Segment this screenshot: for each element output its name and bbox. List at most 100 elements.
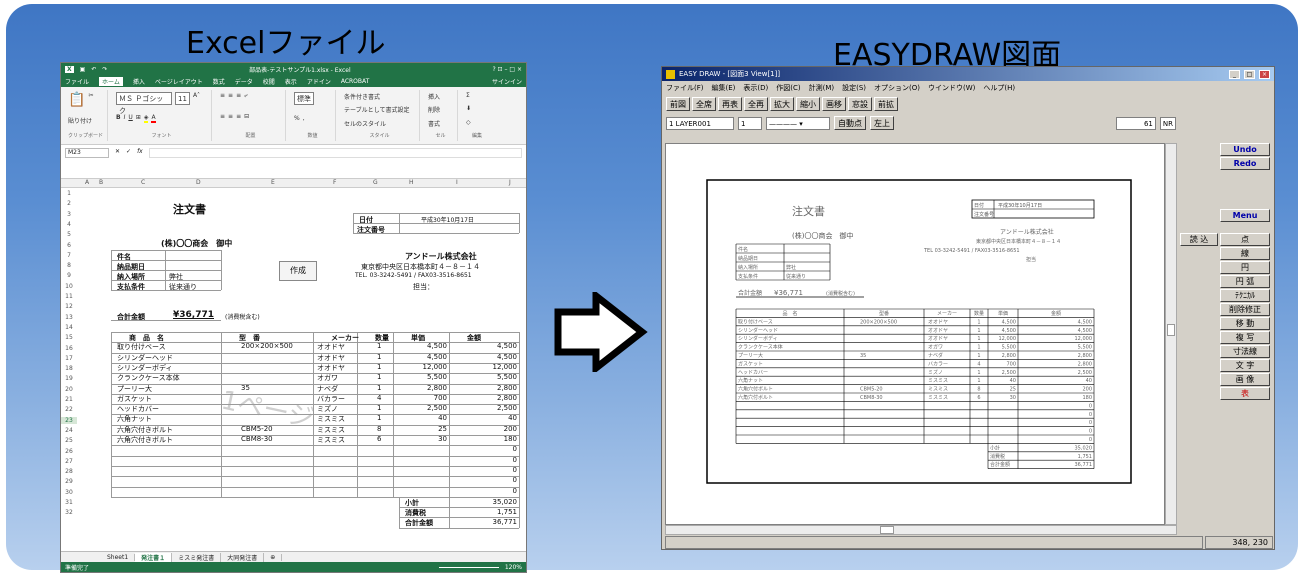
menu-insert[interactable]: 挿入	[133, 77, 145, 86]
row-header[interactable]: 32	[61, 509, 77, 516]
excel-sheet[interactable]: 注文書 日付 平成30年10月17日 注文番号 (株)〇〇商会 御中 アンドール…	[61, 189, 526, 551]
col-d[interactable]: D	[196, 179, 201, 186]
redo-button[interactable]: Redo	[1220, 157, 1270, 170]
row-header[interactable]: 3	[61, 211, 77, 218]
command-button[interactable]: 画 像	[1220, 373, 1270, 386]
row-header[interactable]: 27	[61, 458, 77, 465]
cancel-icon[interactable]: ✕	[115, 148, 120, 155]
hscroll-thumb[interactable]	[880, 526, 894, 534]
row-header[interactable]: 17	[61, 355, 77, 362]
font-size-select[interactable]: 11	[175, 92, 190, 105]
underline-icon[interactable]: U	[128, 114, 132, 123]
row-header[interactable]: 12	[61, 303, 77, 310]
sheet-tab-2[interactable]: 発注書１	[135, 552, 173, 562]
tool-whole[interactable]: 全席	[692, 97, 716, 111]
pen-select[interactable]: 1	[738, 116, 762, 130]
font-name-select[interactable]: ＭＳ Ｐゴシック	[116, 92, 173, 115]
enter-icon[interactable]: ✓	[126, 148, 131, 155]
col-f[interactable]: F	[333, 179, 336, 186]
align-middle-icon[interactable]: ≡	[228, 92, 233, 100]
auto-point-button[interactable]: 自動点	[834, 116, 866, 130]
wrap-icon[interactable]: ⤶	[244, 92, 247, 100]
command-button[interactable]: 表	[1220, 387, 1270, 400]
coord-field[interactable]: 61	[1115, 116, 1156, 130]
vertical-scrollbar[interactable]	[1165, 143, 1177, 525]
menu-button[interactable]: Menu	[1220, 209, 1270, 222]
percent-icon[interactable]: %	[294, 115, 300, 122]
format-cell-button[interactable]: 書式	[428, 119, 453, 128]
tool-prev-zoom[interactable]: 前拡	[874, 97, 898, 111]
minimize-icon[interactable]: _	[1229, 69, 1240, 79]
menu-view[interactable]: 表示	[285, 77, 297, 86]
cell-style-button[interactable]: セルのスタイル	[344, 119, 415, 128]
sheet-tab-4[interactable]: 大同発注書	[221, 552, 265, 562]
row-header[interactable]: 26	[61, 448, 77, 455]
formula-input[interactable]	[148, 148, 522, 158]
menu-ed-view[interactable]: 表示(D)	[743, 83, 768, 93]
menu-review[interactable]: 校閲	[263, 77, 275, 86]
menu-file[interactable]: ファイル	[65, 77, 89, 86]
sum-icon[interactable]: Σ	[466, 92, 470, 99]
create-button[interactable]: 作成	[279, 261, 317, 281]
align-top-icon[interactable]: ≡	[220, 92, 225, 100]
row-header[interactable]: 30	[61, 489, 77, 496]
close-icon[interactable]: ×	[1259, 69, 1270, 79]
undo-icon[interactable]: ↶	[91, 66, 96, 73]
conditional-format-button[interactable]: 条件付き書式	[344, 92, 415, 101]
save-icon[interactable]: ▣	[80, 66, 86, 73]
row-header[interactable]: 9	[61, 272, 77, 279]
zoom-slider[interactable]	[438, 566, 499, 568]
row-header[interactable]: 24	[61, 427, 77, 434]
align-right-icon[interactable]: ≡	[236, 113, 241, 120]
row-header[interactable]: 15	[61, 334, 77, 341]
window-controls[interactable]: ? ⊡ – □ ×	[492, 66, 522, 73]
maximize-icon[interactable]: □	[1244, 69, 1255, 79]
insert-cell-button[interactable]: 挿入	[428, 92, 453, 101]
paste-label[interactable]: 貼り付け	[68, 116, 92, 125]
command-button[interactable]: 文 字	[1220, 359, 1270, 372]
command-button[interactable]: 円 弧	[1220, 275, 1270, 288]
fill-color-icon[interactable]: ◈	[143, 114, 149, 123]
grow-font-icon[interactable]: A˄	[193, 92, 200, 105]
menu-ed-settings[interactable]: 設定(S)	[842, 83, 866, 93]
menu-ed-window[interactable]: ウインドウ(W)	[928, 83, 975, 93]
col-a[interactable]: A	[85, 179, 89, 186]
menu-formulas[interactable]: 数式	[213, 77, 225, 86]
row-header[interactable]: 2	[61, 200, 77, 207]
delete-cell-button[interactable]: 削除	[428, 105, 453, 114]
line-type-select[interactable]: ———— ▾	[766, 116, 830, 130]
row-header[interactable]: 21	[61, 396, 77, 403]
drawing-svg[interactable]: 注文書 (株)〇〇商会 御中 日付 平成30年10月17日 注文番号 アンドール…	[666, 144, 1166, 526]
col-j[interactable]: J	[509, 179, 511, 186]
add-sheet-icon[interactable]: ⊕	[264, 553, 283, 561]
command-button[interactable]: 円	[1220, 261, 1270, 274]
row-header[interactable]: 19	[61, 375, 77, 382]
menu-ed-help[interactable]: ヘルプ(H)	[983, 83, 1015, 93]
tool-pan[interactable]: 画移	[822, 97, 846, 111]
row-header[interactable]: 13	[61, 314, 77, 321]
italic-icon[interactable]: I	[124, 114, 126, 123]
row-header[interactable]: 7	[61, 252, 77, 259]
fx-icon[interactable]: fx	[137, 148, 143, 155]
tool-prev-view[interactable]: 前図	[666, 97, 690, 111]
row-header[interactable]: 16	[61, 345, 77, 352]
align-left-icon[interactable]: ≡	[220, 113, 225, 120]
command-button[interactable]: 線	[1220, 247, 1270, 260]
tool-redraw[interactable]: 再表	[718, 97, 742, 111]
row-header[interactable]: 11	[61, 293, 77, 300]
format-table-button[interactable]: テーブルとして書式設定	[344, 105, 415, 114]
align-center-icon[interactable]: ≡	[228, 113, 233, 120]
col-b[interactable]: B	[99, 179, 103, 186]
read-button[interactable]: 読 込	[1180, 233, 1218, 246]
menu-ed-draw[interactable]: 作図(C)	[776, 83, 800, 93]
row-header[interactable]: 5	[61, 231, 77, 238]
font-color-icon[interactable]: A	[151, 114, 156, 123]
menu-data[interactable]: データ	[235, 77, 253, 86]
cut-icon[interactable]: ✂	[88, 92, 93, 108]
merge-icon[interactable]: ⊟	[244, 113, 249, 120]
row-header[interactable]: 29	[61, 478, 77, 485]
nr-field[interactable]: NR	[1159, 116, 1176, 130]
menu-ed-options[interactable]: オプション(O)	[874, 83, 920, 93]
paste-icon[interactable]: 📋	[68, 92, 85, 108]
row-header[interactable]: 14	[61, 324, 77, 331]
